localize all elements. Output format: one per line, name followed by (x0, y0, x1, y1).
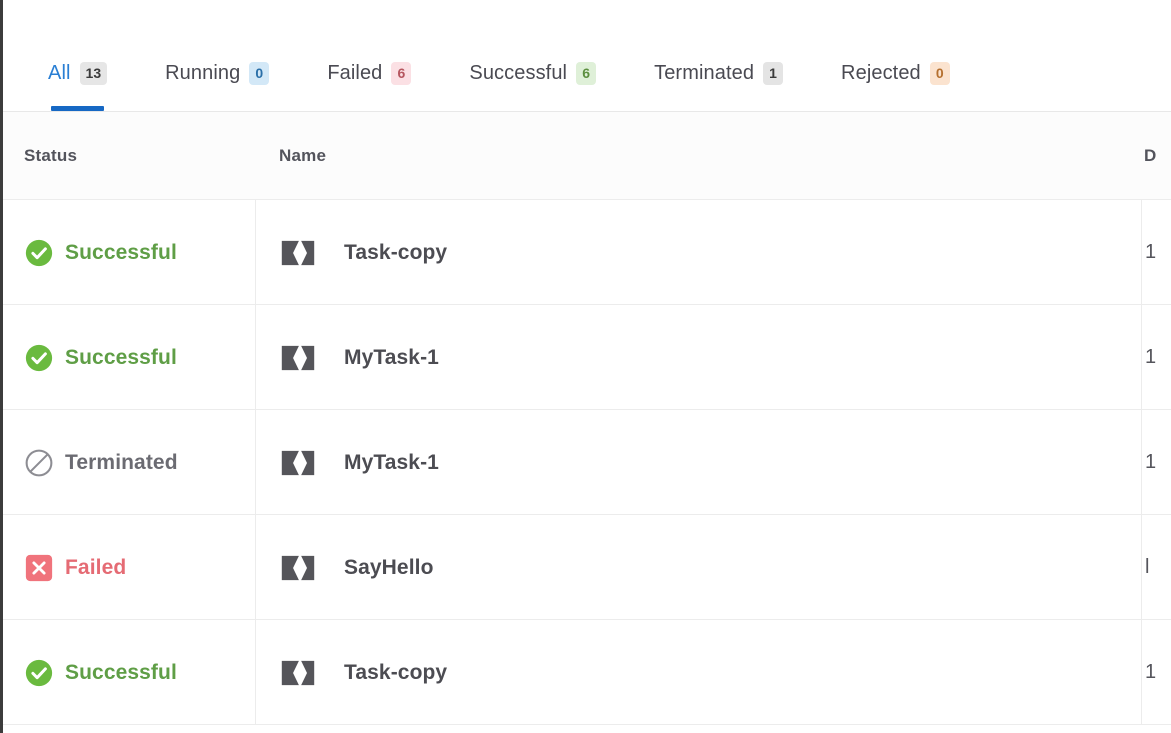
status-label: Failed (65, 555, 127, 579)
check-circle-icon (24, 658, 54, 688)
task-name-link[interactable]: MyTask-1 (344, 346, 439, 370)
cell-status: Successful (3, 620, 255, 725)
cell-extra: 1 (1141, 410, 1171, 515)
cell-status: Successful (3, 305, 255, 410)
check-circle-icon (24, 238, 54, 268)
tab-label: Running (165, 61, 241, 84)
table-header-row: Status Name D (3, 112, 1171, 200)
cell-extra: 1 (1141, 305, 1171, 410)
column-header-status[interactable]: Status (3, 112, 255, 200)
status-label: Successful (65, 660, 177, 684)
cell-name: Task-copy (255, 620, 1141, 725)
check-circle-icon (24, 343, 54, 373)
cell-name: MyTask-1 (255, 305, 1141, 410)
tab-successful[interactable]: Successful 6 (469, 43, 597, 111)
column-header-name-label: Name (279, 146, 327, 165)
extra-value: 1 (1145, 241, 1157, 263)
task-name-link[interactable]: Task-copy (344, 661, 447, 685)
tab-running[interactable]: Running 0 (165, 43, 270, 111)
ban-circle-icon (24, 448, 54, 478)
table-row[interactable]: Successful Task-copy 1 (3, 200, 1171, 305)
cell-extra: 1 (1141, 620, 1171, 725)
cell-status: Successful (3, 200, 255, 305)
cell-name: SayHello (255, 515, 1141, 620)
tab-label: Failed (327, 61, 383, 84)
status-label: Successful (65, 345, 177, 369)
tab-all[interactable]: All 13 (48, 43, 108, 111)
task-icon (280, 448, 316, 478)
cell-status: Failed (3, 515, 255, 620)
task-list-page: All 13 Running 0 Failed 6 Successful 6 Terminate… (0, 0, 1171, 733)
task-name-link[interactable]: MyTask-1 (344, 451, 439, 475)
table-row[interactable]: Terminated MyTask-1 1 (3, 410, 1171, 515)
task-icon (280, 658, 316, 688)
column-header-status-label: Status (24, 146, 78, 165)
tab-count-badge: 0 (929, 61, 950, 85)
task-icon (280, 553, 316, 583)
tab-active-underline (51, 106, 105, 111)
tab-count-badge: 6 (391, 61, 412, 85)
task-icon (280, 343, 316, 373)
tab-count-badge: 0 (249, 61, 270, 85)
table-row[interactable]: Successful MyTask-1 1 (3, 305, 1171, 410)
table-row[interactable]: Successful Task-copy 1 (3, 620, 1171, 725)
cell-extra: 1 (1141, 200, 1171, 305)
task-name-link[interactable]: Task-copy (344, 241, 447, 265)
cell-name: Task-copy (255, 200, 1141, 305)
cell-extra: l (1141, 515, 1171, 620)
status-label: Terminated (65, 450, 178, 474)
tab-label: Successful (469, 61, 568, 84)
task-name-link[interactable]: SayHello (344, 556, 434, 580)
tab-count-badge: 13 (79, 61, 108, 85)
extra-value: 1 (1145, 451, 1157, 473)
status-filter-tabs: All 13 Running 0 Failed 6 Successful 6 Terminate… (3, 43, 1008, 111)
tab-label: Rejected (841, 61, 921, 84)
extra-value: 1 (1145, 661, 1157, 683)
task-icon (280, 238, 316, 268)
column-header-name[interactable]: Name (255, 112, 1141, 200)
cell-name: MyTask-1 (255, 410, 1141, 515)
tab-rejected[interactable]: Rejected 0 (841, 43, 950, 111)
extra-value: l (1145, 556, 1150, 578)
table-row[interactable]: Failed SayHello l (3, 515, 1171, 620)
tab-failed[interactable]: Failed 6 (327, 43, 412, 111)
column-header-extra-label: D (1144, 146, 1157, 165)
tab-label: All (48, 61, 71, 84)
task-table: Status Name D Successful Task-copy 1 Succes… (3, 112, 1171, 733)
x-square-icon (24, 553, 54, 583)
table-body: Successful Task-copy 1 Successful MyTask-1 1 T… (3, 200, 1171, 725)
column-header-extra[interactable]: D (1141, 112, 1171, 200)
status-label: Successful (65, 240, 177, 264)
tab-count-badge: 6 (576, 61, 597, 85)
extra-value: 1 (1145, 346, 1157, 368)
tab-label: Terminated (654, 61, 755, 84)
tab-terminated[interactable]: Terminated 1 (654, 43, 784, 111)
cell-status: Terminated (3, 410, 255, 515)
tab-count-badge: 1 (763, 61, 784, 85)
left-edge-rail (0, 0, 3, 733)
status-filter-tabbar: All 13 Running 0 Failed 6 Successful 6 Terminate… (3, 0, 1171, 112)
